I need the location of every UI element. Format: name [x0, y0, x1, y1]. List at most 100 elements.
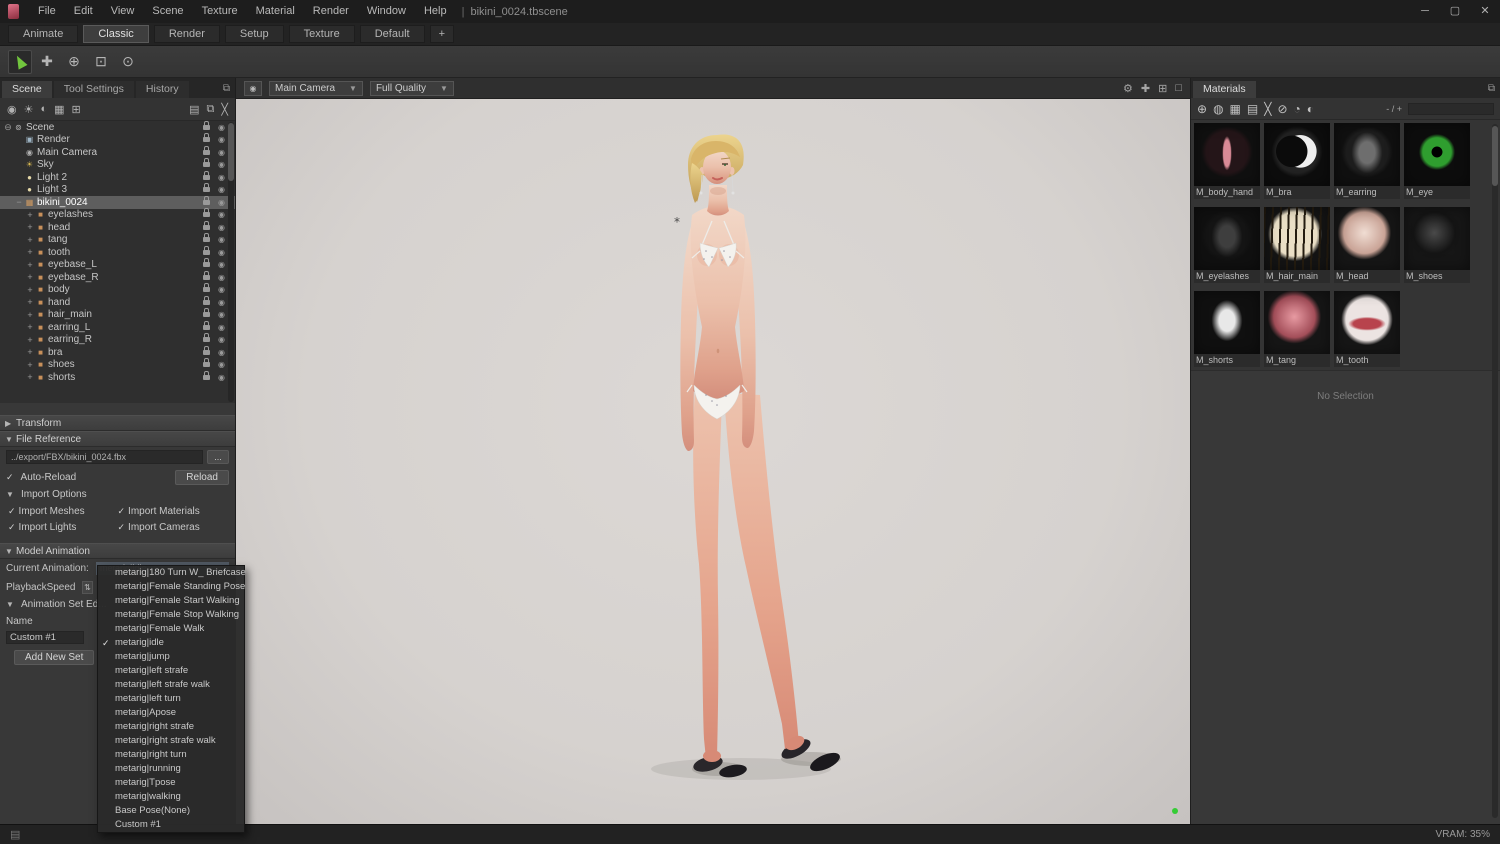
- dropdown-item[interactable]: ✓ metarig|idle: [98, 636, 244, 650]
- checkbox-checked-icon[interactable]: ✓: [118, 506, 126, 516]
- tree-item-eyebase_l[interactable]: + ■ eyebase_L ◉: [0, 258, 235, 272]
- tab-texture[interactable]: Texture: [288, 25, 355, 43]
- dropdown-item[interactable]: metarig|running: [98, 762, 244, 776]
- tree-item-light-3[interactable]: ● Light 3 ◉: [0, 183, 235, 197]
- expander-icon[interactable]: +: [25, 347, 35, 357]
- tree-item-hand[interactable]: + ■ hand ◉: [0, 295, 235, 309]
- material-m_shoes[interactable]: M_shoes: [1404, 207, 1470, 283]
- lock-icon[interactable]: [203, 220, 211, 230]
- tree-item-head[interactable]: + ■ head ◉: [0, 220, 235, 234]
- dropdown-item[interactable]: metarig|left strafe: [98, 664, 244, 678]
- dropdown-item[interactable]: metarig|walking: [98, 790, 244, 804]
- lock-icon[interactable]: [203, 258, 211, 268]
- tree-item-tang[interactable]: + ■ tang ◉: [0, 233, 235, 247]
- dropdown-item[interactable]: metarig|jump: [98, 650, 244, 664]
- maximize-icon[interactable]: □: [1175, 82, 1182, 95]
- folder-icon[interactable]: ▤: [189, 103, 199, 116]
- visibility-icon[interactable]: ◉: [218, 360, 225, 369]
- material-m_head[interactable]: M_head: [1334, 207, 1400, 283]
- tab-materials[interactable]: Materials: [1193, 81, 1256, 98]
- material-m_tooth[interactable]: M_tooth: [1334, 291, 1400, 367]
- add-camera-icon[interactable]: ◉: [7, 103, 17, 116]
- tree-item-render[interactable]: ▣ Render ◉: [0, 133, 235, 147]
- tree-item-shoes[interactable]: + ■ shoes ◉: [0, 358, 235, 372]
- mask-icon[interactable]: ⊘: [1277, 102, 1287, 116]
- tab-animate[interactable]: Animate: [8, 25, 79, 43]
- delete-icon[interactable]: ╳: [221, 103, 228, 116]
- lock-icon[interactable]: [203, 145, 211, 155]
- dropdown-item[interactable]: metarig|right strafe walk: [98, 734, 244, 748]
- globe-icon[interactable]: ◐: [1307, 102, 1314, 116]
- visibility-icon[interactable]: ◉: [218, 173, 225, 182]
- materials-scrollbar[interactable]: [1492, 124, 1498, 818]
- dropdown-item[interactable]: Custom #1: [98, 818, 244, 832]
- material-m_earring[interactable]: M_earring: [1334, 123, 1400, 199]
- dropdown-item[interactable]: metarig|180 Turn W_ Briefcase: [98, 566, 246, 580]
- tree-item-scene[interactable]: ⊖ ⊚ Scene ◉: [0, 121, 235, 134]
- lock-icon[interactable]: [203, 195, 211, 205]
- lock-icon[interactable]: [203, 358, 211, 368]
- menu-scene[interactable]: Scene: [143, 0, 192, 23]
- add-new-set-button[interactable]: Add New Set: [14, 650, 95, 665]
- maximize-button[interactable]: ▢: [1440, 0, 1470, 23]
- visibility-icon[interactable]: ◉: [218, 223, 225, 232]
- tab-history[interactable]: History: [135, 81, 189, 98]
- tree-item-main-camera[interactable]: ◉ Main Camera ◉: [0, 145, 235, 159]
- model-animation-section-header[interactable]: ▼ Model Animation: [0, 543, 235, 559]
- tree-item-bra[interactable]: + ■ bra ◉: [0, 345, 235, 359]
- material-m_eye[interactable]: M_eye: [1404, 123, 1470, 199]
- quality-select[interactable]: Full Quality ▼: [369, 80, 454, 96]
- visibility-icon[interactable]: ◉: [218, 123, 225, 132]
- visibility-icon[interactable]: ◉: [218, 160, 225, 169]
- visibility-icon[interactable]: ◉: [218, 348, 225, 357]
- expander-icon[interactable]: +: [25, 322, 35, 332]
- minimize-button[interactable]: ─: [1410, 0, 1440, 23]
- lock-icon[interactable]: [203, 320, 211, 330]
- set-name-field[interactable]: Custom #1: [6, 631, 84, 644]
- lock-icon[interactable]: [203, 158, 211, 168]
- lock-icon[interactable]: [203, 121, 211, 130]
- menu-help[interactable]: Help: [415, 0, 456, 23]
- expander-icon[interactable]: +: [25, 260, 35, 270]
- tab-scene[interactable]: Scene: [2, 81, 52, 98]
- material-m_body_hand[interactable]: M_body_hand: [1194, 123, 1260, 199]
- dropdown-item[interactable]: Base Pose(None): [98, 804, 244, 818]
- dropdown-item[interactable]: metarig|Female Stop Walking: [98, 608, 244, 622]
- lock-icon[interactable]: [203, 133, 211, 143]
- camera-tool[interactable]: ⊙: [116, 50, 140, 74]
- materials-scrollbar-thumb[interactable]: [1492, 126, 1498, 186]
- tree-item-earring_l[interactable]: + ■ earring_L ◉: [0, 320, 235, 334]
- lock-icon[interactable]: [203, 245, 211, 255]
- visibility-icon[interactable]: ◉: [218, 198, 225, 207]
- add-light-icon[interactable]: ☀: [24, 103, 34, 116]
- dropdown-item[interactable]: metarig|Female Walk: [98, 622, 244, 636]
- tree-item-bikini_0024[interactable]: − ▦ bikini_0024 ◉: [0, 195, 235, 209]
- material-m_tang[interactable]: M_tang: [1264, 291, 1330, 367]
- duplicate-icon[interactable]: ⧉: [207, 103, 215, 116]
- viewport-canvas[interactable]: *: [236, 99, 1190, 824]
- visibility-icon[interactable]: ◉: [218, 285, 225, 294]
- visibility-icon[interactable]: ◉: [218, 235, 225, 244]
- expander-icon[interactable]: +: [25, 210, 35, 220]
- move-tool[interactable]: ✚: [35, 50, 59, 74]
- panel-popout-icon[interactable]: ⧉: [1488, 83, 1495, 94]
- lock-icon[interactable]: [203, 208, 211, 218]
- tab-setup[interactable]: Setup: [224, 25, 284, 43]
- menu-window[interactable]: Window: [358, 0, 415, 23]
- transform-section-header[interactable]: ▶ Transform: [0, 415, 235, 431]
- visibility-icon[interactable]: ◉: [218, 373, 225, 382]
- scale-tool[interactable]: ⊡: [89, 50, 113, 74]
- tree-item-eyebase_r[interactable]: + ■ eyebase_R ◉: [0, 270, 235, 284]
- tree-item-eyelashes[interactable]: + ■ eyelashes ◉: [0, 208, 235, 222]
- lock-icon[interactable]: [203, 333, 211, 343]
- dropdown-item[interactable]: metarig|Female Start Walking: [98, 594, 244, 608]
- lock-icon[interactable]: [203, 270, 211, 280]
- add-sky-icon[interactable]: ◐: [40, 103, 47, 115]
- menu-edit[interactable]: Edit: [65, 0, 102, 23]
- visibility-icon[interactable]: ◉: [218, 298, 225, 307]
- viewport-camera-icon[interactable]: ◉: [244, 80, 262, 96]
- tree-item-shorts[interactable]: + ■ shorts ◉: [0, 370, 235, 384]
- dropdown-item[interactable]: metarig|right strafe: [98, 720, 244, 734]
- visibility-icon[interactable]: ◉: [218, 273, 225, 282]
- panel-popout-icon[interactable]: ⧉: [223, 83, 230, 94]
